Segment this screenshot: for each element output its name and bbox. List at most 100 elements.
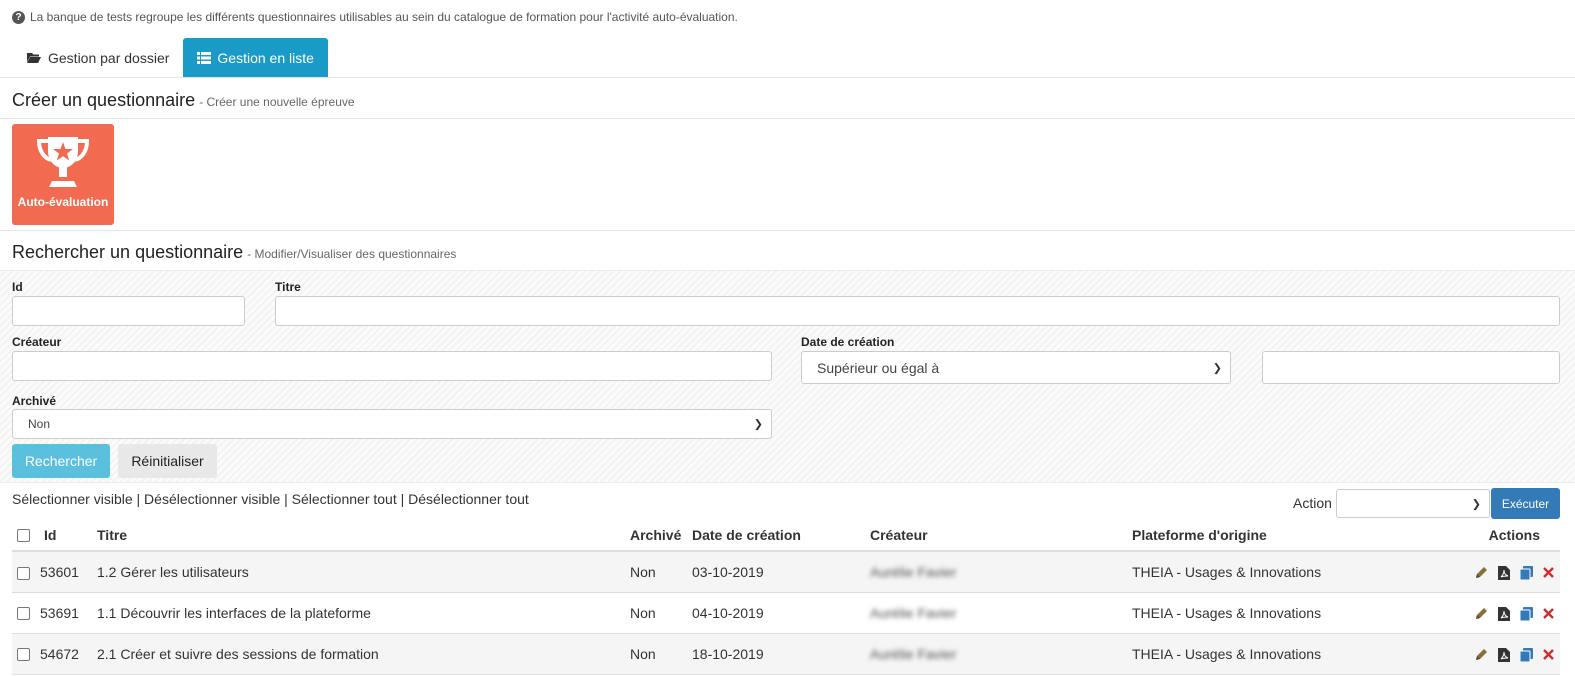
- date-operator-select[interactable]: Supérieur ou égal à ❯: [801, 351, 1231, 384]
- chevron-down-icon: ❯: [1212, 362, 1222, 374]
- pdf-icon[interactable]: [1498, 565, 1511, 580]
- create-subtitle: - Créer une nouvelle épreuve: [199, 95, 355, 109]
- pencil-icon[interactable]: [1474, 566, 1488, 580]
- cell-date: 03-10-2019: [692, 551, 870, 593]
- auto-evaluation-tile[interactable]: Auto-évaluation: [12, 124, 114, 225]
- copy-icon[interactable]: [1520, 565, 1534, 580]
- cell-titre: 2.1 Créer et suivre des sessions de form…: [97, 633, 630, 675]
- id-label: Id: [12, 280, 23, 294]
- create-title: Créer un questionnaire: [12, 90, 196, 110]
- question-circle-icon: ?: [12, 10, 25, 24]
- date-creation-label: Date de création: [801, 335, 895, 349]
- pdf-icon[interactable]: [1498, 647, 1511, 662]
- cell-titre: 1.2 Gérer les utilisateurs: [97, 551, 630, 593]
- separator: |: [400, 491, 405, 507]
- cell-createur: Aurélie Favier: [870, 592, 1132, 634]
- divider: [0, 77, 1575, 78]
- row-checkbox[interactable]: [17, 607, 30, 621]
- divider: [0, 118, 1575, 119]
- table-row: 53691 1.1 Découvrir les interfaces de la…: [12, 592, 1560, 634]
- titre-label: Titre: [275, 280, 301, 294]
- delete-icon[interactable]: [1543, 649, 1554, 660]
- createur-name: Aurélie Favier: [870, 563, 957, 580]
- cell-archive: Non: [630, 592, 692, 634]
- pdf-icon[interactable]: [1498, 606, 1511, 621]
- cell-titre: 1.1 Découvrir les interfaces de la plate…: [97, 592, 630, 634]
- row-checkbox[interactable]: [17, 566, 30, 580]
- date-operator-value: Supérieur ou égal à: [817, 359, 940, 376]
- cell-id: 53601: [40, 551, 97, 593]
- cell-plateforme: THEIA - Usages & Innovations: [1132, 551, 1422, 593]
- select-all-link[interactable]: Sélectionner tout: [292, 491, 397, 507]
- tab-gestion-par-dossier[interactable]: Gestion par dossier: [12, 38, 183, 77]
- deselect-visible-link[interactable]: Désélectionner visible: [144, 491, 280, 507]
- cell-id: 53691: [40, 592, 97, 634]
- chevron-down-icon: ❯: [1471, 498, 1481, 510]
- tab-label: Gestion en liste: [217, 49, 314, 66]
- column-header-archive[interactable]: Archivé: [630, 519, 692, 552]
- view-tabs: Gestion par dossier Gestion en liste: [12, 38, 328, 77]
- date-creation-input[interactable]: [1262, 351, 1560, 384]
- archive-label: Archivé: [12, 394, 57, 408]
- list-icon: [197, 51, 212, 64]
- cell-createur: Aurélie Favier: [870, 633, 1132, 675]
- trophy-icon: [36, 137, 90, 187]
- cell-actions: [1422, 551, 1560, 593]
- tab-gestion-en-liste[interactable]: Gestion en liste: [183, 38, 328, 77]
- folder-open-icon: [27, 53, 41, 63]
- reset-button[interactable]: Réinitialiser: [118, 444, 217, 478]
- bulk-action-select[interactable]: ❯: [1336, 489, 1490, 518]
- cell-archive: Non: [630, 633, 692, 675]
- copy-icon[interactable]: [1520, 606, 1534, 621]
- cell-actions: [1422, 592, 1560, 634]
- search-button[interactable]: Rechercher: [12, 444, 110, 478]
- execute-button[interactable]: Exécuter: [1491, 488, 1560, 519]
- row-select-cell: [12, 551, 40, 593]
- divider: [0, 230, 1575, 231]
- column-header-date[interactable]: Date de création: [692, 519, 870, 552]
- pencil-icon[interactable]: [1474, 648, 1488, 662]
- tile-label: Auto-évaluation: [17, 195, 109, 209]
- cell-date: 18-10-2019: [692, 633, 870, 675]
- chevron-down-icon: ❯: [753, 418, 763, 431]
- table-row: 54672 2.1 Créer et suivre des sessions d…: [12, 633, 1560, 675]
- bulk-action-label: Action: [1293, 495, 1332, 511]
- separator: |: [136, 491, 141, 507]
- createur-label: Créateur: [12, 335, 62, 349]
- info-text-label: La banque de tests regroupe les différen…: [30, 10, 738, 24]
- cell-date: 04-10-2019: [692, 592, 870, 634]
- search-subtitle: - Modifier/Visualiser des questionnaires: [247, 247, 457, 261]
- copy-icon[interactable]: [1520, 647, 1534, 662]
- column-header-id[interactable]: Id: [40, 519, 97, 552]
- cell-plateforme: THEIA - Usages & Innovations: [1132, 592, 1422, 634]
- selection-links: Sélectionner visible | Désélectionner vi…: [12, 491, 529, 507]
- id-input[interactable]: [12, 296, 245, 326]
- create-section-title: Créer un questionnaire - Créer une nouvel…: [12, 90, 355, 111]
- table-header-row: Id Titre Archivé Date de création Créate…: [12, 519, 1560, 552]
- cell-plateforme: THEIA - Usages & Innovations: [1132, 633, 1422, 675]
- archive-value: Non: [28, 417, 51, 431]
- titre-input[interactable]: [275, 296, 1560, 326]
- select-all-checkbox[interactable]: [17, 529, 30, 543]
- cell-id: 54672: [40, 633, 97, 675]
- deselect-all-link[interactable]: Désélectionner tout: [408, 491, 529, 507]
- questionnaire-table: Id Titre Archivé Date de création Créate…: [12, 519, 1560, 675]
- select-visible-link[interactable]: Sélectionner visible: [12, 491, 133, 507]
- column-header-plateforme[interactable]: Plateforme d'origine: [1132, 519, 1422, 552]
- info-text: ? La banque de tests regroupe les différ…: [12, 10, 738, 24]
- column-header-createur[interactable]: Créateur: [870, 519, 1132, 552]
- row-checkbox[interactable]: [17, 648, 30, 662]
- column-header-titre[interactable]: Titre: [97, 519, 630, 552]
- search-title: Rechercher un questionnaire: [12, 242, 244, 262]
- delete-icon[interactable]: [1543, 567, 1554, 579]
- delete-icon[interactable]: [1543, 608, 1554, 619]
- select-all-header: [12, 519, 40, 552]
- archive-select[interactable]: Non ❯: [12, 409, 772, 439]
- createur-name: Aurélie Favier: [870, 645, 957, 662]
- separator: |: [284, 491, 288, 507]
- cell-createur: Aurélie Favier: [870, 551, 1132, 593]
- table-row: 53601 1.2 Gérer les utilisateurs Non 03-…: [12, 551, 1560, 593]
- pencil-icon[interactable]: [1474, 607, 1488, 621]
- createur-input[interactable]: [12, 351, 772, 381]
- cell-actions: [1422, 633, 1560, 675]
